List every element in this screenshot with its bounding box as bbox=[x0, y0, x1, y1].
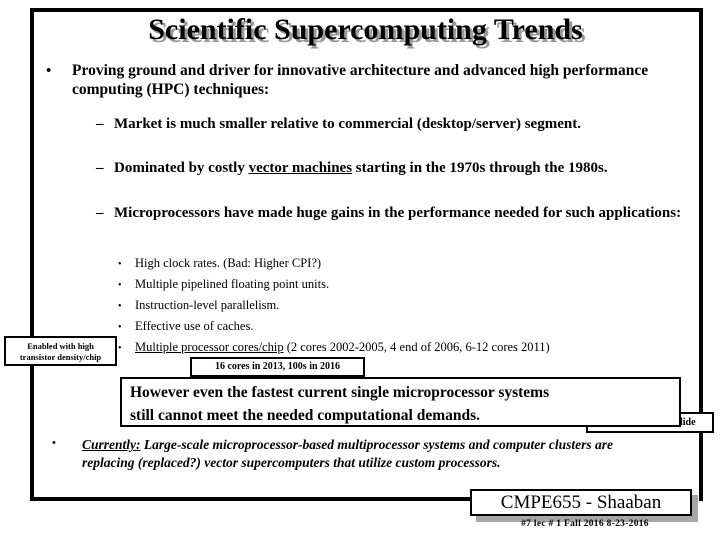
vector-machines-underlined-term: vector machines bbox=[248, 160, 353, 176]
bullet-marker: • bbox=[118, 259, 122, 270]
bullet-text-before: Dominated by costly bbox=[114, 160, 249, 176]
bullet-level3-instruction-level-parallelism: • Instruction-level parallelism. bbox=[118, 298, 658, 315]
bullet-text: Effective use of caches. bbox=[135, 319, 254, 333]
bullet-text: Multiple pipelined floating point units. bbox=[135, 277, 330, 291]
bullet-text: Multiple processor cores/chip (2 cores 2… bbox=[135, 340, 678, 357]
bullet-marker: – bbox=[96, 116, 104, 132]
bullet-text-after: Large-scale microprocessor-based multipr… bbox=[82, 437, 613, 471]
note-line-1: Enabled with high bbox=[27, 341, 94, 351]
slide-frame-top-border bbox=[30, 8, 703, 12]
bullet-marker: – bbox=[96, 160, 104, 176]
bullet-level3-pipelined-fp-units: • Multiple pipelined floating point unit… bbox=[118, 277, 658, 294]
slide-frame-bottom-border bbox=[30, 497, 473, 501]
bullet-marker: • bbox=[46, 63, 52, 79]
callout-line-1: However even the fastest current single … bbox=[130, 384, 550, 401]
bullet-text: Currently: Large-scale microprocessor-ba… bbox=[82, 436, 652, 472]
bullet-text-after: (2 cores 2002-2005, 4 end of 2006, 6-12 … bbox=[283, 340, 550, 354]
bullet-level3-effective-caches: • Effective use of caches. bbox=[118, 319, 658, 336]
bullet-text: Dominated by costly vector machines star… bbox=[114, 159, 686, 178]
bullet-level2-vector-machines: – Dominated by costly vector machines st… bbox=[96, 159, 686, 178]
multiple-cores-underlined-term: Multiple processor cores/chip bbox=[135, 340, 284, 354]
slide-frame-right-border-upper bbox=[699, 8, 703, 475]
bullet-level2-market-smaller: – Market is much smaller relative to com… bbox=[96, 115, 686, 134]
bullet-text-after: starting in the 1970s through the 1980s. bbox=[352, 160, 608, 176]
bullet-marker: • bbox=[118, 322, 122, 333]
slide-frame-right-border-lower bbox=[699, 475, 703, 501]
bullet-marker: • bbox=[118, 343, 122, 354]
bullet-text: Microprocessors have made huge gains in … bbox=[114, 205, 682, 221]
bullet-marker: – bbox=[96, 205, 104, 221]
bullet-text: Instruction-level parallelism. bbox=[135, 298, 280, 312]
slide-frame-left-border bbox=[30, 8, 34, 501]
note-box-transistor-density: Enabled with high transistor density/chi… bbox=[4, 336, 117, 366]
note-line-2: transistor density/chip bbox=[19, 352, 102, 363]
bullet-marker: • bbox=[52, 437, 56, 449]
bullet-marker: • bbox=[118, 280, 122, 291]
bullet-text: Proving ground and driver for innovative… bbox=[72, 62, 649, 98]
bullet-level2-microprocessors-gains: – Microprocessors have made huge gains i… bbox=[96, 204, 686, 223]
bullet-text: Market is much smaller relative to comme… bbox=[114, 116, 581, 132]
bullet-text: High clock rates. (Bad: Higher CPI?) bbox=[135, 256, 322, 270]
callout-line-2: still cannot meet the needed computation… bbox=[130, 407, 481, 424]
note-box-cores-update: 16 cores in 2013, 100s in 2016 bbox=[190, 357, 365, 377]
slide-canvas: Scientific Supercomputing Trends • Provi… bbox=[0, 0, 720, 540]
callout-box-performance-demands: However even the fastest current single … bbox=[120, 377, 681, 427]
bullet-currently-multiprocessor-systems: • Currently: Large-scale microprocessor-… bbox=[52, 436, 652, 472]
bullet-level3-multiple-cores: • Multiple processor cores/chip (2 cores… bbox=[118, 340, 678, 357]
footer-course-box: CMPE655 - Shaaban bbox=[470, 489, 692, 516]
currently-underlined-term: Currently: bbox=[82, 437, 141, 452]
footer-meta-line: #7 lec # 1 Fall 2016 8-23-2016 bbox=[521, 519, 649, 529]
bullet-marker: • bbox=[118, 301, 122, 312]
slide-title: Scientific Supercomputing Trends bbox=[148, 13, 583, 46]
bullet-level1-proving-ground: • Proving ground and driver for innovati… bbox=[46, 62, 676, 100]
bullet-level3-high-clock-rates: • High clock rates. (Bad: Higher CPI?) bbox=[118, 256, 658, 273]
